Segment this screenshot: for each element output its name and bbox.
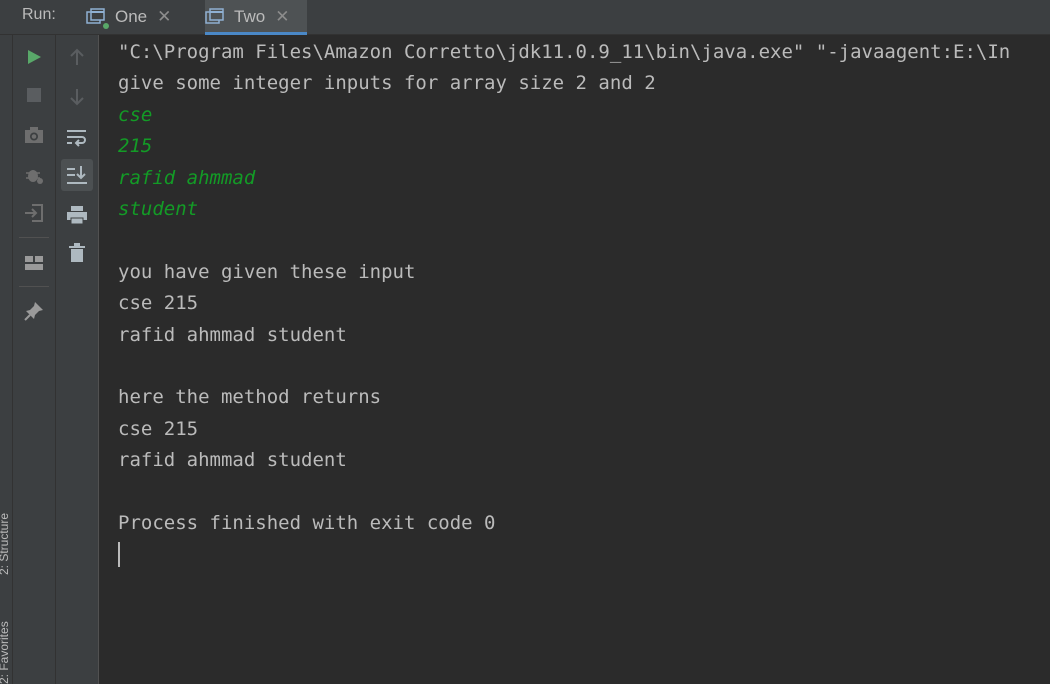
pin-icon	[24, 302, 43, 321]
console-output-line: here the method returns	[118, 386, 382, 409]
tab-one[interactable]: One ✕	[86, 0, 171, 34]
camera-icon	[25, 127, 43, 143]
exit-icon	[25, 204, 43, 222]
toolbar-divider	[19, 286, 49, 287]
stop-icon	[27, 88, 41, 102]
text-caret	[118, 542, 120, 567]
scroll-to-end-icon	[67, 166, 87, 184]
toolbar-divider	[19, 237, 49, 238]
console-output[interactable]: "C:\Program Files\Amazon Corretto\jdk11.…	[99, 35, 1050, 684]
console-icon	[86, 8, 109, 29]
close-icon[interactable]: ✕	[275, 7, 289, 27]
up-stack-button[interactable]	[61, 41, 93, 73]
pin-tab-button[interactable]	[18, 295, 50, 327]
console-output-line: rafid ahmmad student	[118, 323, 347, 346]
run-actions-toolbar	[13, 35, 56, 684]
run-tab-bar: Run: One ✕ Two ✕	[0, 0, 1050, 35]
print-button[interactable]	[61, 199, 93, 231]
console-input-line: cse	[118, 103, 153, 126]
console-icon	[205, 8, 225, 26]
down-arrow-icon	[70, 89, 84, 106]
console-output-line: rafid ahmmad student	[118, 449, 347, 472]
thread-dump-button[interactable]	[18, 119, 50, 151]
console-output-line: cse 215	[118, 417, 199, 440]
restore-layout-button[interactable]	[18, 247, 50, 279]
debug-settings-icon	[26, 170, 43, 184]
rerun-button[interactable]	[18, 41, 50, 73]
run-tool-window: Run: One ✕ Two ✕ 2: Structure 2: Favorit…	[0, 0, 1050, 684]
tab-two[interactable]: Two ✕	[205, 0, 307, 35]
favorites-tool-button[interactable]: 2: Favorites	[0, 615, 13, 684]
console-input-line: student	[118, 198, 199, 220]
trash-icon	[69, 243, 85, 262]
tab-one-label: One	[115, 7, 148, 26]
scroll-to-end-button[interactable]	[61, 159, 93, 191]
layout-icon	[25, 256, 43, 270]
print-icon	[67, 206, 87, 225]
console-input-line: rafid ahmmad	[118, 166, 256, 189]
debug-settings-button[interactable]	[18, 159, 50, 191]
console-output-line: Process finished with exit code 0	[118, 512, 496, 534]
tab-two-label: Two	[234, 7, 266, 26]
run-icon	[28, 50, 41, 64]
clear-all-button[interactable]	[61, 237, 93, 269]
side-tool-strip: 2: Structure 2: Favorites	[0, 35, 13, 684]
running-indicator-icon	[103, 23, 109, 29]
down-stack-button[interactable]	[61, 81, 93, 113]
run-label: Run:	[22, 6, 56, 23]
close-icon[interactable]: ✕	[157, 7, 171, 27]
structure-tool-button[interactable]: 2: Structure	[0, 475, 13, 575]
console-output-line: give some integer inputs for array size …	[118, 72, 656, 95]
console-output-line: "C:\Program Files\Amazon Corretto\jdk11.…	[118, 41, 1011, 63]
up-arrow-icon	[70, 48, 84, 65]
soft-wrap-button[interactable]	[61, 121, 93, 153]
console-output-line: you have given these input	[118, 260, 416, 283]
console-input-line: 215	[118, 135, 153, 158]
console-actions-toolbar	[56, 35, 99, 684]
stop-button[interactable]	[18, 79, 50, 111]
soft-wrap-icon	[67, 130, 86, 147]
exit-button[interactable]	[18, 197, 50, 229]
console-output-line: cse 215	[118, 292, 199, 315]
